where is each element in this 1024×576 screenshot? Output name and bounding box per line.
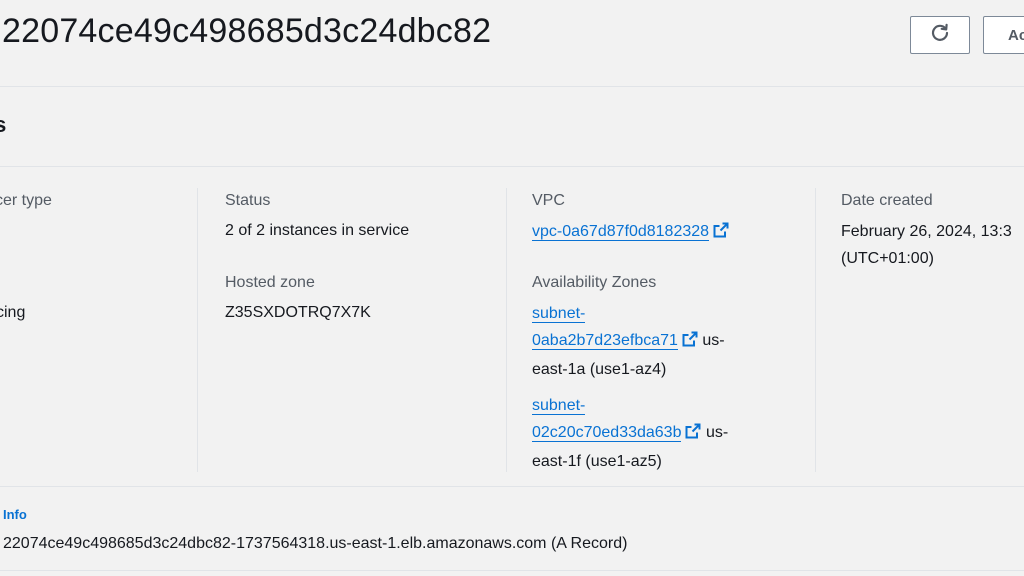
vpc-value: vpc-0a67d87f0d8182328 bbox=[532, 222, 729, 243]
column-divider bbox=[815, 188, 816, 472]
subnet-link[interactable]: subnet- bbox=[532, 305, 586, 323]
page-title: 22074ce49c498685d3c24dbc82 bbox=[2, 12, 492, 50]
zone-name: east-1a (use1-az4) bbox=[532, 361, 667, 378]
bottom-divider bbox=[0, 570, 1024, 571]
date-created-value: February 26, 2024, 13:3 (UTC+01:00) bbox=[841, 218, 1012, 272]
column-divider bbox=[197, 188, 198, 472]
vpc-link[interactable]: vpc-0a67d87f0d8182328 bbox=[532, 223, 710, 241]
hosted-zone-value: Z35SXDOTRQ7X7K bbox=[225, 304, 371, 321]
subnet-link[interactable]: 0aba2b7d23efbca71 bbox=[532, 332, 678, 350]
dns-name-value: 22074ce49c498685d3c24dbc82-1737564318.us… bbox=[3, 535, 628, 552]
info-link[interactable]: Info bbox=[3, 507, 27, 522]
actions-button[interactable]: Ac bbox=[983, 16, 1024, 54]
refresh-button[interactable] bbox=[910, 16, 970, 54]
header-divider bbox=[0, 86, 1024, 87]
section-divider bbox=[0, 166, 1024, 167]
zone-suffix: us- bbox=[702, 332, 725, 349]
status-value: 2 of 2 instances in service bbox=[225, 222, 410, 239]
zone-suffix: us- bbox=[705, 424, 729, 441]
refresh-icon bbox=[929, 22, 951, 48]
column-divider bbox=[506, 188, 507, 472]
availability-zones-label: Availability Zones bbox=[532, 274, 657, 291]
subnet-link[interactable]: 02c20c70ed33da63b bbox=[532, 424, 682, 442]
load-balancer-type-label: cer type bbox=[0, 192, 52, 209]
external-link-icon[interactable] bbox=[685, 421, 701, 448]
status-label: Status bbox=[225, 192, 271, 209]
availability-zone-item: subnet- 02c20c70ed33da63b us- east-1f (u… bbox=[532, 392, 728, 475]
section-title: ls bbox=[0, 112, 7, 137]
info-divider bbox=[0, 486, 1024, 487]
availability-zone-item: subnet- 0aba2b7d23efbca71 us- east-1a (u… bbox=[532, 300, 725, 383]
date-created-timezone: (UTC+01:00) bbox=[841, 250, 934, 267]
external-link-icon[interactable] bbox=[682, 329, 698, 356]
vpc-label: VPC bbox=[532, 192, 565, 209]
zone-name: east-1f (use1-az5) bbox=[532, 453, 662, 470]
subnet-link[interactable]: subnet- bbox=[532, 397, 586, 415]
date-created-line: February 26, 2024, 13:3 bbox=[841, 223, 1012, 240]
hosted-zone-label: Hosted zone bbox=[225, 274, 315, 291]
date-created-label: Date created bbox=[841, 192, 933, 209]
external-link-icon[interactable] bbox=[713, 222, 729, 243]
load-balancer-type-value: cing bbox=[0, 304, 26, 321]
